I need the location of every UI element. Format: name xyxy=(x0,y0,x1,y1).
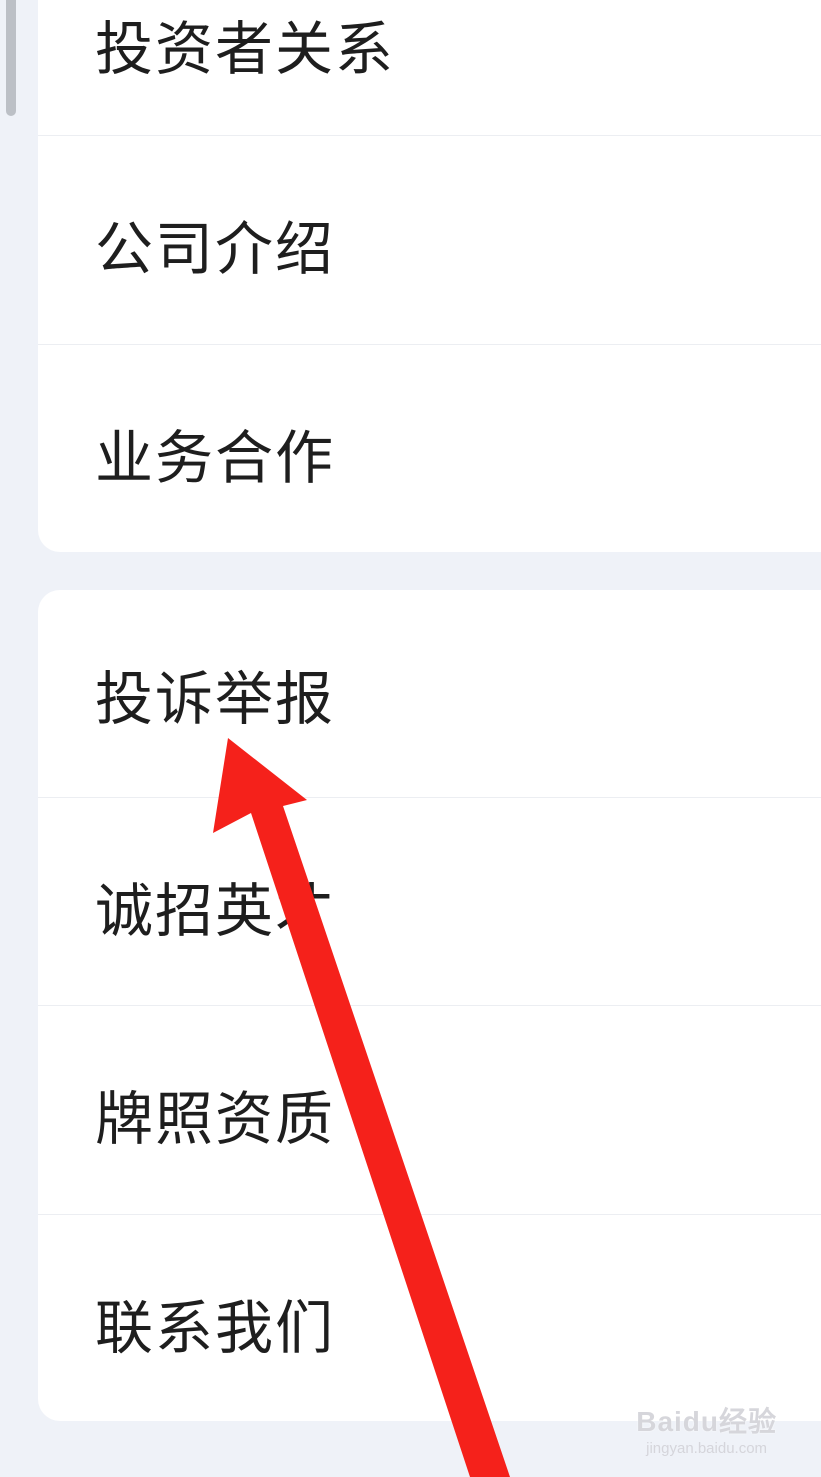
menu-item-label: 业务合作 xyxy=(95,424,336,492)
menu-item-label: 投资者关系 xyxy=(95,15,396,83)
menu-item-complaint-report[interactable]: 投诉举报 xyxy=(38,590,821,797)
settings-page: 投资者关系 公司介绍 业务合作 投诉举报 诚招英才 牌照资质 联系我们 Baid… xyxy=(0,0,821,1477)
baidu-watermark: Baidu经验 jingyan.baidu.com xyxy=(636,1400,777,1457)
scrollbar[interactable] xyxy=(6,0,16,116)
watermark-url: jingyan.baidu.com xyxy=(646,1440,768,1457)
menu-item-investor-relations[interactable]: 投资者关系 xyxy=(38,0,821,135)
menu-item-recruitment[interactable]: 诚招英才 xyxy=(38,798,821,1005)
menu-item-contact-us[interactable]: 联系我们 xyxy=(38,1215,821,1421)
menu-item-label: 投诉举报 xyxy=(95,665,336,733)
menu-item-business-cooperation[interactable]: 业务合作 xyxy=(38,345,821,552)
menu-item-label: 牌照资质 xyxy=(95,1085,336,1153)
menu-item-label: 诚招英才 xyxy=(95,877,336,945)
menu-card-about: 投资者关系 公司介绍 业务合作 xyxy=(38,0,821,552)
menu-item-label: 公司介绍 xyxy=(95,215,336,283)
watermark-logo: Baidu经验 xyxy=(636,1406,777,1437)
menu-item-licenses[interactable]: 牌照资质 xyxy=(38,1006,821,1214)
menu-card-services: 投诉举报 诚招英才 牌照资质 联系我们 xyxy=(38,590,821,1421)
menu-item-company-intro[interactable]: 公司介绍 xyxy=(38,136,821,344)
menu-item-label: 联系我们 xyxy=(95,1294,336,1362)
